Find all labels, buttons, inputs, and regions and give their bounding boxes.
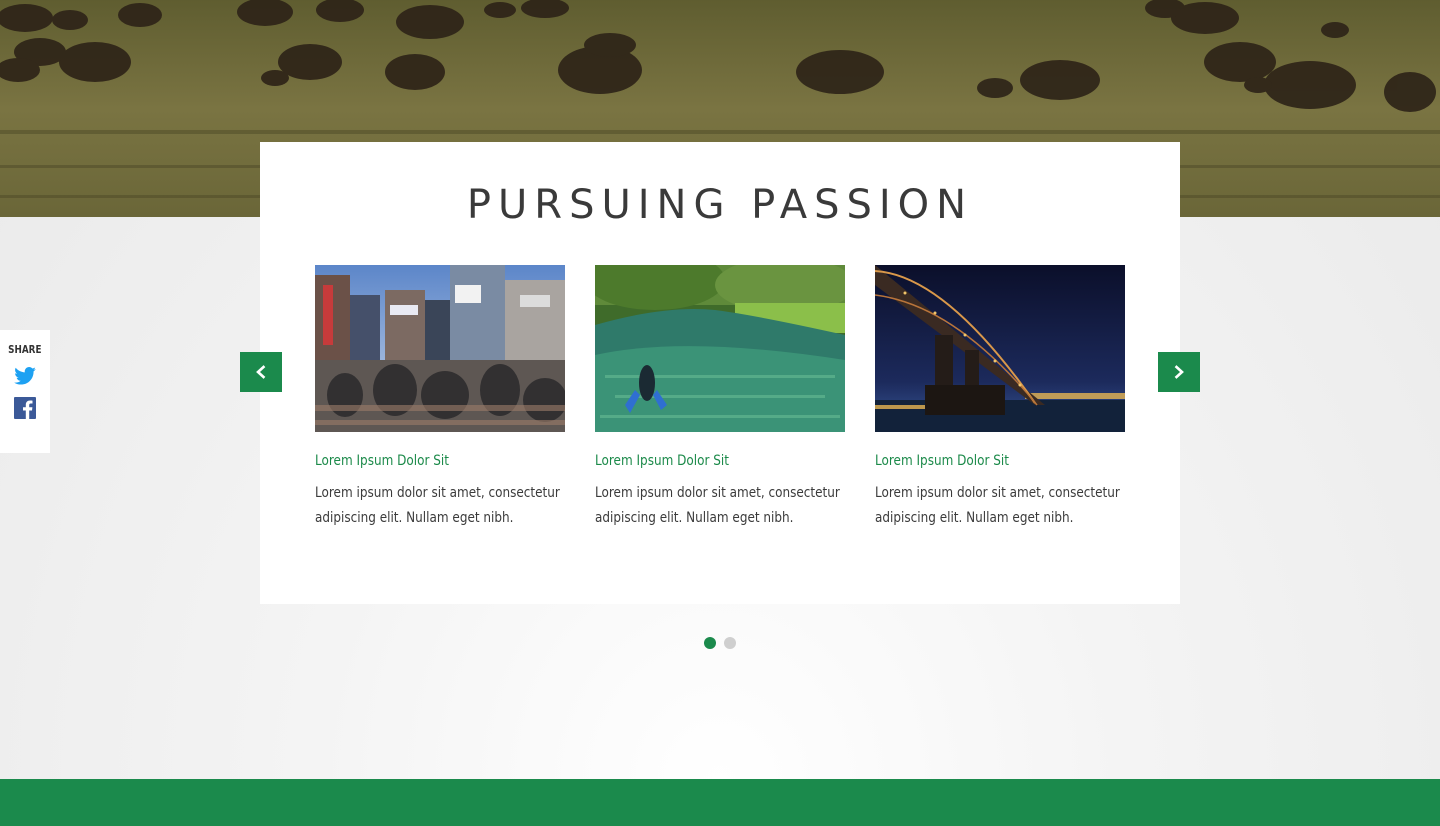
carousel-item-title[interactable]: Lorem Ipsum Dolor Sit [595,452,810,470]
river-snorkeler-image[interactable] [595,265,845,432]
carousel-item-text: Lorem ipsum dolor sit amet, consectetur … [875,485,1120,526]
carousel-item-title[interactable]: Lorem Ipsum Dolor Sit [875,452,1090,470]
carousel-item-title[interactable]: Lorem Ipsum Dolor Sit [315,452,530,470]
carousel-pagination [704,637,736,649]
section-title: PURSUING PASSION [466,182,974,228]
carousel-item[interactable]: Lorem Ipsum Dolor Sit Lorem ipsum dolor … [595,265,845,531]
carousel-next-button[interactable] [1158,352,1200,392]
share-label: SHARE [8,343,42,356]
twitter-icon[interactable] [14,367,36,385]
carousel-item[interactable]: Lorem Ipsum Dolor Sit Lorem ipsum dolor … [875,265,1125,531]
night-bridge-image[interactable] [875,265,1125,432]
facebook-icon[interactable] [14,397,36,419]
carousel-dot-1[interactable] [704,637,716,649]
footer-bar [0,779,1440,826]
carousel-dot-2[interactable] [724,637,736,649]
city-crosswalk-image[interactable] [315,265,565,432]
carousel-item[interactable]: Lorem Ipsum Dolor Sit Lorem ipsum dolor … [315,265,565,531]
chevron-right-icon [1174,365,1184,379]
share-panel: SHARE [0,330,50,453]
carousel-item-text: Lorem ipsum dolor sit amet, consectetur … [315,485,560,526]
carousel-item-text: Lorem ipsum dolor sit amet, consectetur … [595,485,840,526]
carousel-prev-button[interactable] [240,352,282,392]
chevron-left-icon [256,365,266,379]
